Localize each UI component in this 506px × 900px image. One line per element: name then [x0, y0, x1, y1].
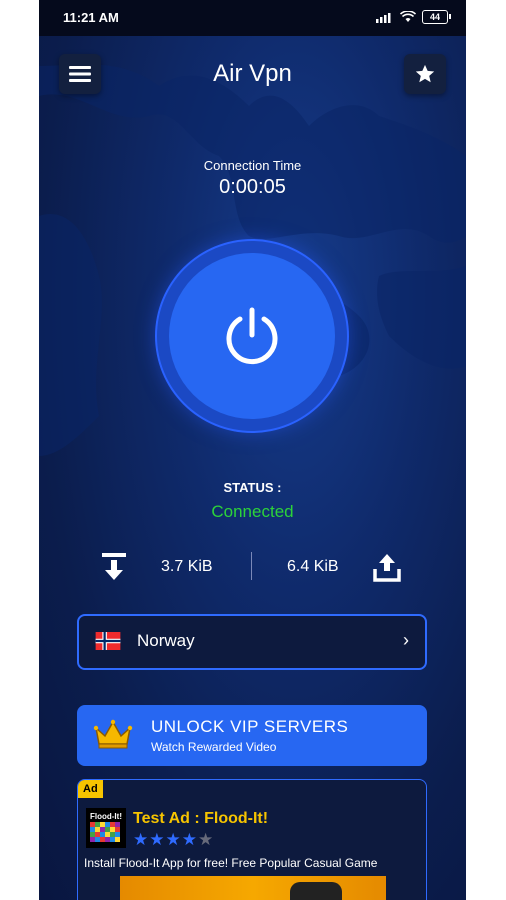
wifi-icon: [400, 11, 416, 22]
star-icon: [415, 64, 435, 83]
power-icon: [226, 307, 278, 365]
vip-title: UNLOCK VIP SERVERS: [151, 717, 349, 736]
status-value: Connected: [211, 502, 294, 521]
phone-screen: 11:21 AM 44 Air Vpn Connection Time 0:00…: [39, 0, 466, 900]
status-time: 11:21 AM: [63, 10, 119, 25]
battery-icon: 44: [422, 10, 451, 24]
battery-level: 44: [429, 12, 440, 22]
download-amount: 3.7 KiB: [161, 558, 213, 575]
server-name: Norway: [137, 631, 195, 650]
ad-phone-image: [290, 882, 342, 900]
status-bar: 11:21 AM 44: [39, 0, 466, 36]
power-button[interactable]: [157, 241, 347, 431]
power-button-inner: [169, 253, 335, 419]
crown-icon: [93, 719, 133, 749]
traffic-divider: [251, 552, 252, 580]
status-label: STATUS :: [223, 480, 282, 495]
favorites-button[interactable]: [404, 54, 446, 94]
ad-description: Install Flood-It App for free! Free Popu…: [84, 856, 378, 870]
app-title: Air Vpn: [213, 60, 292, 87]
ad-card[interactable]: Ad Flood-It! Test Ad: Flood-It! ★★★★★ I…: [77, 779, 427, 900]
connection-time-label: Connection Time: [203, 158, 302, 173]
signal-icon: [376, 13, 391, 23]
ad-rating-stars: ★★★★★: [133, 830, 215, 849]
ad-app-logo: Flood-It!: [86, 808, 126, 848]
ad-tag: Ad: [78, 780, 103, 798]
connection-time-value: 0:00:05: [219, 176, 286, 198]
ad-banner-image: [120, 876, 386, 900]
server-selector[interactable]: Norway ›: [77, 614, 427, 670]
flood-it-logo-icon: Flood-It!: [86, 808, 126, 848]
chevron-right-icon: ›: [403, 630, 409, 650]
unlock-vip-button[interactable]: UNLOCK VIP SERVERS Watch Rewarded Video: [77, 705, 427, 766]
norway-flag-icon: [95, 632, 121, 650]
ad-title: Test Ad : Flood-It!: [133, 810, 269, 827]
ad-logo-text: Flood-It!: [90, 812, 122, 821]
traffic-stats: 3.7 KiB 6.4 KiB: [39, 550, 466, 586]
download-icon: [102, 553, 126, 580]
app-main: Air Vpn Connection Time 0:00:05 STATUS :…: [39, 36, 466, 900]
status-icons: 44: [376, 10, 451, 24]
vip-subtitle: Watch Rewarded Video: [151, 740, 277, 754]
upload-icon: [373, 554, 401, 582]
upload-amount: 6.4 KiB: [287, 558, 339, 575]
